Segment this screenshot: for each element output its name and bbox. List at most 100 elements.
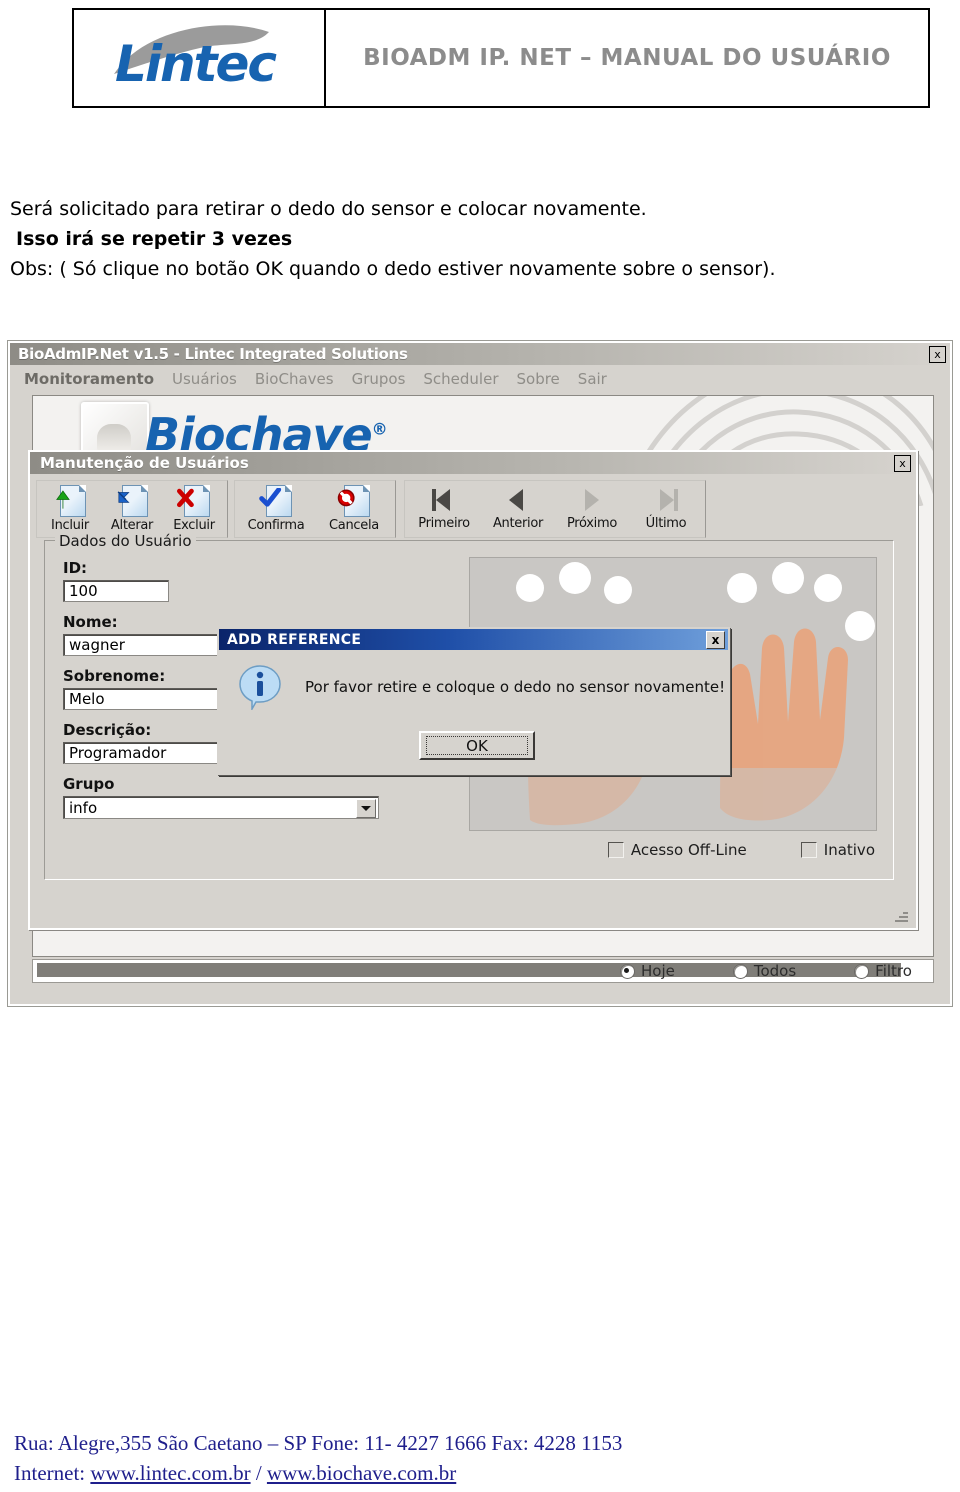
registered-mark-icon: ® [371,419,388,439]
menu-item-scheduler[interactable]: Scheduler [423,370,498,388]
footer-internet: Internet: www.lintec.com.br / www.biocha… [14,1458,944,1488]
toolbar-label: Excluir [173,518,215,533]
manual-title: BIOADM IP. NET – MANUAL DO USUÁRIO [326,10,928,106]
combo-grupo[interactable]: info [63,796,379,819]
page-footer: Rua: Alegre,355 São Caetano – SP Fone: 1… [14,1428,944,1488]
radio-dot-icon [732,963,748,979]
footer-link-separator: / [250,1461,267,1485]
edit-document-icon [115,485,149,517]
menu-item-sobre[interactable]: Sobre [517,370,560,388]
mdi-close-button[interactable]: x [894,455,911,472]
radio-dot-icon [620,963,635,979]
first-record-icon [429,485,459,515]
dialog-message: Por favor retire e coloque o dedo no sen… [305,678,726,696]
dialog-ok-button[interactable]: OK [419,731,535,760]
toolbar-label: Incluir [51,518,89,533]
menu-item-biochaves[interactable]: BioChaves [255,370,334,388]
instruction-line-2: Isso irá se repetir 3 vezes [16,228,293,250]
toolbar-group-commit: Confirma Cancela [234,480,396,538]
toolbar-button-confirma[interactable]: Confirma [237,481,315,537]
delete-document-icon [177,485,211,517]
toolbar-label: Anterior [492,516,544,531]
radio-filtro-label: Filtro [875,962,912,980]
manual-title-text: BIOADM IP. NET – MANUAL DO USUÁRIO [363,45,891,71]
app-title-text: BioAdmIP.Net v1.5 - Lintec Integrated So… [18,345,408,363]
dialog-title-text: ADD REFERENCE [227,631,362,648]
dialog-title-bar: ADD REFERENCE x [219,629,728,650]
input-id-value: 100 [69,582,98,600]
link-biochave[interactable]: www.biochave.com.br [267,1461,456,1485]
app-close-button[interactable]: x [929,346,946,363]
cancel-forbidden-icon [337,485,371,517]
checkbox-acesso-offline[interactable]: Acesso Off-Line [607,841,747,859]
checkbox-inativo[interactable]: Inativo [800,841,875,859]
page-header: Lintec BIOADM IP. NET – MANUAL DO USUÁRI… [72,8,930,108]
dialog-body: Por favor retire e coloque o dedo no sen… [219,650,728,712]
chevron-down-icon[interactable] [356,799,376,818]
logo-wordmark: Lintec [114,35,277,93]
toolbar-label: Alterar [110,518,154,533]
toolbar-button-incluir[interactable]: Incluir [39,481,101,537]
combo-grupo-value: info [69,798,98,817]
user-flags: Acesso Off-Line Inativo [475,841,875,859]
toolbar-button-primeiro[interactable]: Primeiro [407,481,481,537]
dialog-close-button[interactable]: x [706,631,725,649]
input-sobrenome[interactable]: Melo [63,688,219,710]
instruction-line-3: Obs: ( Só clique no botão OK quando o de… [10,258,776,280]
radio-todos[interactable]: Todos [732,962,797,980]
input-nome[interactable]: wagner [63,634,219,656]
menu-item-monitoramento[interactable]: Monitoramento [24,370,154,388]
toolbar-label: Último [645,516,687,531]
toolbar-button-anterior[interactable]: Anterior [481,481,555,537]
input-descricao-value: Programador [69,744,167,762]
confirm-check-icon [259,485,293,517]
toolbar-button-excluir[interactable]: Excluir [163,481,225,537]
toolbar-button-alterar[interactable]: Alterar [101,481,163,537]
next-record-icon [577,485,607,515]
checkbox-box-icon [607,842,624,858]
radio-dot-icon [854,963,870,979]
radio-filtro[interactable]: Filtro [854,962,912,980]
resize-grip[interactable] [894,908,908,922]
footer-internet-label: Internet: [14,1461,91,1485]
app-menu-bar: Monitoramento Usuários BioChaves Grupos … [10,365,950,393]
toolbar-label: Cancela [329,518,379,533]
toolbar-label: Confirma [247,518,305,533]
instruction-text: Será solicitado para retirar o dedo do s… [10,196,940,286]
radio-hoje[interactable]: Hoje [620,962,675,980]
company-logo: Lintec [74,10,326,106]
radio-todos-label: Todos [753,962,797,980]
toolbar-group-navigation: Primeiro Anterior Próximo Último [404,480,706,538]
checkbox-box-icon [800,842,817,858]
mdi-title-bar: Manutenção de Usuários x [30,452,916,474]
menu-item-grupos[interactable]: Grupos [352,370,406,388]
add-document-icon [53,485,87,517]
checkbox-inativo-label: Inativo [823,841,875,859]
toolbar-group-edit: Incluir Alterar Excluir [36,480,228,538]
instruction-line-1: Será solicitado para retirar o dedo do s… [10,198,647,220]
toolbar-label: Próximo [566,516,618,531]
last-record-icon [651,485,681,515]
footer-address: Rua: Alegre,355 São Caetano – SP Fone: 1… [14,1431,623,1455]
previous-record-icon [503,485,533,515]
toolbar-button-proximo[interactable]: Próximo [555,481,629,537]
input-sobrenome-value: Melo [69,690,105,708]
app-title-bar: BioAdmIP.Net v1.5 - Lintec Integrated So… [10,343,950,365]
menu-item-sair[interactable]: Sair [578,370,607,388]
record-toolbar: Incluir Alterar Excluir Confirma Cancela… [30,474,916,538]
add-reference-dialog: ADD REFERENCE x Por favor retire e coloq… [217,627,730,775]
checkbox-acesso-offline-label: Acesso Off-Line [630,841,747,859]
label-grupo: Grupo [63,775,115,793]
dialog-ok-label: OK [426,736,528,755]
toolbar-label: Primeiro [418,516,470,531]
mdi-title-text: Manutenção de Usuários [40,454,249,472]
toolbar-button-cancela[interactable]: Cancela [315,481,393,537]
radio-hoje-label: Hoje [641,962,675,980]
link-lintec[interactable]: www.lintec.com.br [90,1461,250,1485]
info-icon [237,664,283,712]
filter-radio-group: Hoje Todos Filtro [620,962,950,980]
input-id[interactable]: 100 [63,580,169,602]
menu-item-usuarios[interactable]: Usuários [172,370,237,388]
toolbar-button-ultimo[interactable]: Último [629,481,703,537]
input-nome-value: wagner [69,636,125,654]
